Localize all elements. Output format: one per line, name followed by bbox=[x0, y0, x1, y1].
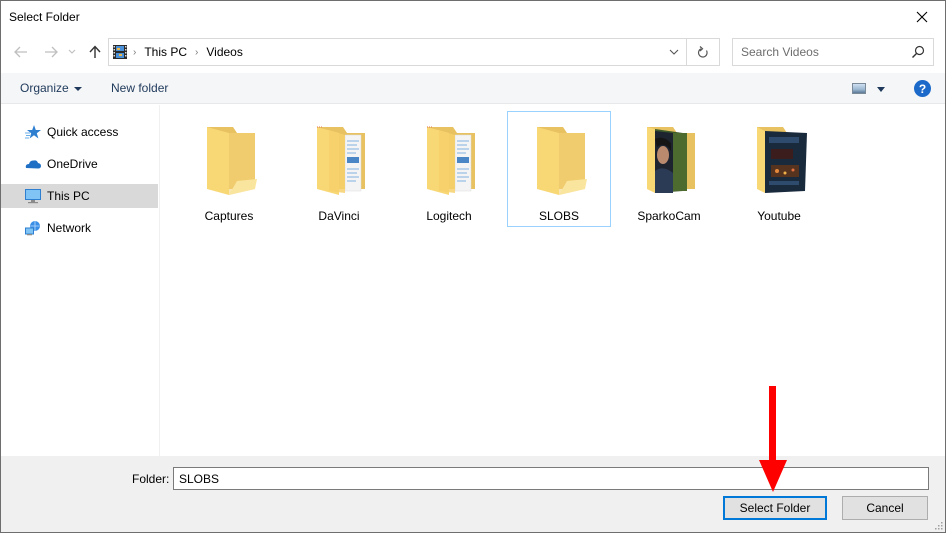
breadcrumb-separator[interactable]: › bbox=[195, 47, 198, 58]
dialog-footer: Folder: Select Folder Cancel bbox=[1, 456, 945, 532]
computer-icon bbox=[25, 189, 41, 204]
search-placeholder: Search Videos bbox=[741, 45, 819, 59]
back-button[interactable] bbox=[11, 41, 31, 63]
folder-view: Captures DaVinci Logitech SLOBS SparkoCa… bbox=[161, 105, 945, 456]
folder-item-captures[interactable]: Captures bbox=[177, 111, 281, 227]
address-dropdown-button[interactable] bbox=[662, 39, 686, 65]
cloud-icon bbox=[25, 160, 41, 169]
close-button[interactable] bbox=[899, 1, 945, 32]
chevron-down-icon bbox=[669, 49, 679, 55]
sidebar-item-label: Quick access bbox=[47, 125, 119, 139]
window-title: Select Folder bbox=[9, 10, 80, 24]
new-folder-button[interactable]: New folder bbox=[111, 81, 168, 95]
close-icon bbox=[916, 11, 928, 22]
sidebar-item-label: OneDrive bbox=[47, 157, 98, 171]
navigation-bar: › This PC › Videos Search Videos bbox=[1, 33, 945, 73]
command-toolbar: Organize New folder ? bbox=[1, 73, 945, 104]
folder-with-documents-icon bbox=[317, 126, 365, 195]
view-options-caret-icon[interactable] bbox=[877, 87, 885, 92]
arrow-left-icon bbox=[14, 46, 27, 58]
refresh-button[interactable] bbox=[686, 39, 719, 65]
folder-name: Youtube bbox=[757, 209, 801, 223]
sidebar-item-label: Network bbox=[47, 221, 92, 235]
breadcrumb-separator[interactable]: › bbox=[133, 47, 136, 58]
up-button[interactable] bbox=[85, 41, 105, 63]
videos-library-icon bbox=[113, 45, 127, 59]
folder-with-photo-icon bbox=[757, 127, 807, 193]
folder-name: SparkoCam bbox=[637, 209, 701, 223]
sidebar-item-onedrive[interactable]: OneDrive bbox=[1, 152, 158, 176]
navigation-pane: Quick access OneDrive This PC Network bbox=[1, 105, 160, 456]
select-folder-button[interactable]: Select Folder bbox=[723, 496, 827, 520]
refresh-icon bbox=[697, 45, 708, 58]
caret-down-icon bbox=[73, 86, 82, 91]
organize-button[interactable]: Organize bbox=[20, 81, 82, 95]
cancel-button[interactable]: Cancel bbox=[842, 496, 928, 520]
arrow-right-icon bbox=[45, 46, 58, 58]
folder-field-label: Folder: bbox=[132, 472, 170, 486]
title-bar: Select Folder bbox=[1, 1, 945, 33]
breadcrumb: › This PC › Videos bbox=[133, 45, 243, 59]
change-view-icon[interactable] bbox=[852, 83, 866, 94]
folder-item-logitech[interactable]: Logitech bbox=[397, 111, 501, 227]
folder-icon bbox=[207, 127, 257, 195]
address-bar[interactable]: › This PC › Videos bbox=[108, 38, 720, 66]
recent-locations-button[interactable] bbox=[65, 41, 79, 63]
search-icon bbox=[912, 45, 925, 58]
star-icon bbox=[25, 125, 41, 139]
sidebar-item-quick-access[interactable]: Quick access bbox=[1, 120, 158, 144]
sidebar-item-this-pc[interactable]: This PC bbox=[1, 184, 158, 208]
sidebar-item-label: This PC bbox=[47, 189, 90, 203]
resize-grip-icon[interactable] bbox=[933, 520, 943, 530]
sidebar-item-network[interactable]: Network bbox=[1, 216, 158, 240]
folder-name-input[interactable] bbox=[173, 467, 929, 490]
folder-name: Captures bbox=[204, 209, 254, 223]
breadcrumb-item-videos[interactable]: Videos bbox=[206, 45, 242, 59]
folder-with-photo-icon bbox=[647, 127, 695, 193]
folder-with-documents-icon bbox=[427, 126, 475, 195]
help-icon[interactable]: ? bbox=[914, 80, 931, 97]
forward-button[interactable] bbox=[41, 41, 61, 63]
folder-item-sparkocam[interactable]: SparkoCam bbox=[617, 111, 721, 227]
organize-label: Organize bbox=[20, 81, 69, 95]
folder-name: DaVinci bbox=[318, 209, 360, 223]
folder-item-davinci[interactable]: DaVinci bbox=[287, 111, 391, 227]
folder-name: Logitech bbox=[426, 209, 472, 223]
breadcrumb-item-this-pc[interactable]: This PC bbox=[144, 45, 187, 59]
folder-icon bbox=[537, 127, 587, 195]
folder-item-slobs[interactable]: SLOBS bbox=[507, 111, 611, 227]
folder-item-youtube[interactable]: Youtube bbox=[727, 111, 831, 227]
arrow-up-icon bbox=[89, 45, 101, 58]
folder-name: SLOBS bbox=[538, 209, 580, 223]
select-folder-dialog: Select Folder › This PC › Videos Search … bbox=[0, 0, 946, 533]
chevron-down-icon bbox=[68, 49, 76, 54]
search-input[interactable]: Search Videos bbox=[732, 38, 934, 66]
network-icon bbox=[25, 221, 40, 236]
